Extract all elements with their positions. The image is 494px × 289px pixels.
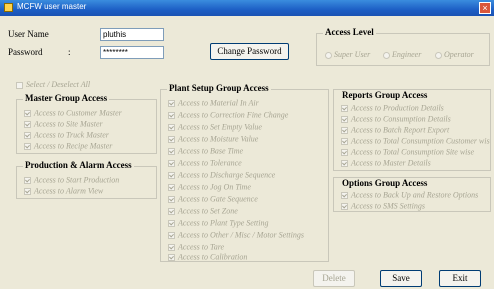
checkbox-icon (24, 109, 31, 117)
plant-item-13[interactable]: Access to Calibration (168, 252, 247, 262)
radio-engineer[interactable]: Engineer (383, 50, 421, 59)
checkbox-icon (341, 137, 348, 145)
app-icon (4, 3, 13, 12)
plant-item-1[interactable]: Access to Correction Fine Change (168, 110, 288, 120)
username-field[interactable]: pluthis (100, 28, 164, 41)
plant-item-10[interactable]: Access to Plant Type Setting (168, 218, 269, 228)
master-item-2[interactable]: Access to Truck Master (24, 130, 109, 140)
access-level-title: Access Level (323, 27, 376, 37)
plant-item-7[interactable]: Access to Jog On Time (168, 182, 251, 192)
master-group: Master Group Access Access to Customer M… (16, 93, 157, 154)
reports-item-0[interactable]: Access to Production Details (341, 103, 444, 113)
user-master-window: MCFW user master × User Name Password : … (0, 0, 494, 289)
checkbox-icon (16, 81, 23, 89)
checkbox-icon (24, 131, 31, 139)
access-level-group: Access Level Super User Engineer Operato… (316, 27, 490, 66)
checkbox-icon (168, 159, 175, 167)
checkbox-icon (168, 99, 175, 107)
production-item-0[interactable]: Access to Start Production (24, 175, 119, 185)
master-item-3[interactable]: Access to Recipe Master (24, 141, 112, 151)
plant-item-5[interactable]: Access to Tolerance (168, 158, 242, 168)
radio-dot-icon (435, 51, 442, 59)
password-colon: : (68, 47, 71, 57)
password-label: Password (8, 47, 43, 57)
plant-item-0[interactable]: Access to Material In Air (168, 98, 259, 108)
checkbox-icon (24, 120, 31, 128)
master-item-0[interactable]: Access to Customer Master (24, 108, 122, 118)
reports-item-4[interactable]: Access to Total Consumption Site wise (341, 147, 474, 157)
radio-dot-icon (325, 51, 332, 59)
reports-item-5[interactable]: Access to Master Details (341, 158, 431, 168)
plant-item-11[interactable]: Access to Other / Misc / Motor Settings (168, 230, 304, 240)
radio-super-user[interactable]: Super User (325, 50, 370, 59)
checkbox-icon (168, 111, 175, 119)
checkbox-icon (168, 123, 175, 131)
reports-item-3[interactable]: Access to Total Consumption Customer wis… (341, 136, 490, 146)
plant-item-6[interactable]: Access to Discharge Sequence (168, 170, 275, 180)
reports-item-1[interactable]: Access to Consumption Details (341, 114, 451, 124)
checkbox-icon (341, 202, 348, 210)
checkbox-icon (168, 183, 175, 191)
change-password-button[interactable]: Change Password (210, 43, 289, 60)
master-item-1[interactable]: Access to Site Master (24, 119, 103, 129)
plant-item-3[interactable]: Access to Moisture Value (168, 134, 258, 144)
checkbox-icon (168, 195, 175, 203)
checkbox-icon (168, 231, 175, 239)
checkbox-icon (168, 147, 175, 155)
checkbox-icon (168, 219, 175, 227)
delete-button[interactable]: Delete (313, 270, 355, 287)
reports-group: Reports Group Access Access to Productio… (333, 89, 491, 171)
checkbox-icon (168, 171, 175, 179)
options-group-title: Options Group Access (342, 178, 428, 188)
exit-button[interactable]: Exit (439, 270, 481, 287)
checkbox-icon (341, 191, 348, 199)
checkbox-icon (168, 135, 175, 143)
plant-setup-group: Plant Setup Group Access Access to Mater… (160, 83, 329, 262)
plant-item-2[interactable]: Access to Set Empty Value (168, 122, 262, 132)
close-icon[interactable]: × (479, 2, 491, 14)
checkbox-icon (341, 115, 348, 123)
checkbox-icon (341, 126, 348, 134)
window-title: MCFW user master (17, 2, 87, 11)
checkbox-icon (24, 142, 31, 150)
reports-group-title: Reports Group Access (342, 90, 428, 100)
options-group: Options Group Access Access to Back Up a… (333, 177, 491, 212)
checkbox-icon (24, 176, 31, 184)
plant-item-9[interactable]: Access to Set Zone (168, 206, 238, 216)
checkbox-icon (24, 187, 31, 195)
username-label: User Name (8, 29, 49, 39)
checkbox-icon (341, 104, 348, 112)
plant-item-4[interactable]: Access to Base Time (168, 146, 243, 156)
production-alarm-group: Production & Alarm Access Access to Star… (16, 160, 157, 199)
master-group-title: Master Group Access (23, 93, 110, 103)
radio-dot-icon (383, 51, 390, 59)
plant-item-8[interactable]: Access to Gate Sequence (168, 194, 258, 204)
checkbox-icon (341, 148, 348, 156)
save-button[interactable]: Save (380, 270, 422, 287)
checkbox-icon (168, 207, 175, 215)
plant-item-12[interactable]: Access to Tare (168, 242, 224, 252)
production-group-title: Production & Alarm Access (23, 160, 134, 170)
password-field[interactable]: ******** (100, 46, 164, 59)
checkbox-icon (168, 253, 175, 261)
plant-setup-group-title: Plant Setup Group Access (167, 83, 271, 93)
checkbox-icon (341, 159, 348, 167)
checkbox-icon (168, 243, 175, 251)
options-item-0[interactable]: Access to Back Up and Restore Options (341, 190, 478, 200)
select-deselect-all-checkbox[interactable]: Select / Deselect All (16, 80, 90, 89)
options-item-1[interactable]: Access to SMS Settings (341, 201, 425, 211)
reports-item-2[interactable]: Access to Batch Report Export (341, 125, 449, 135)
radio-operator[interactable]: Operator (435, 50, 474, 59)
title-bar: MCFW user master × (0, 0, 494, 16)
production-item-1[interactable]: Access to Alarm View (24, 186, 103, 196)
